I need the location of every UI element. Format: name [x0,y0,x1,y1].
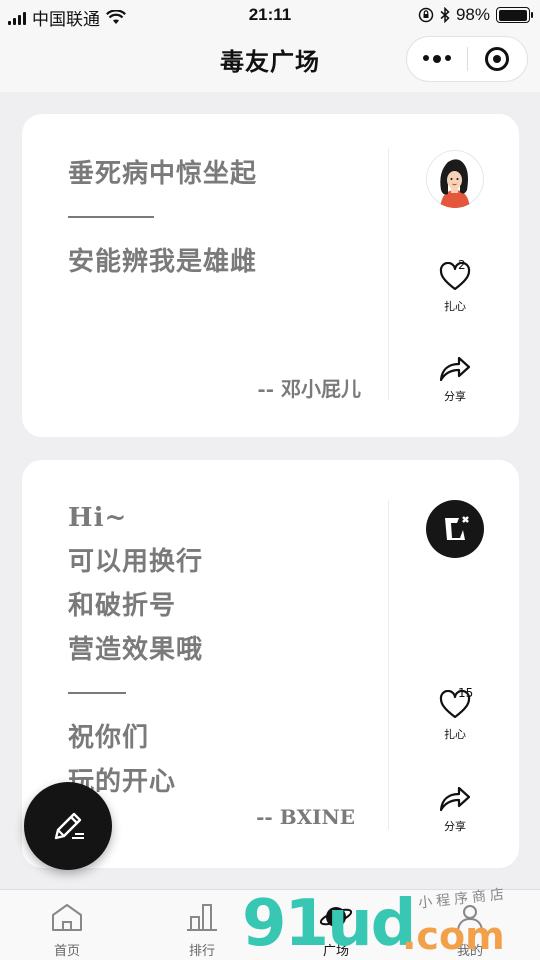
heart-icon [439,261,471,291]
battery-percent: 98% [455,5,490,24]
tab-label: 排行 [188,944,215,959]
planet-icon [319,907,353,927]
like-button[interactable]: 15 扎心 [424,686,486,742]
author-avatar[interactable] [426,150,484,208]
tab-square[interactable]: 广场 [296,902,376,959]
pencil-icon [54,812,84,840]
tab-label: 首页 [53,944,80,959]
poem-line: 营造效果哦 [68,635,204,665]
poem-line: 和破折号 [68,591,177,621]
poem-text: 垂死病中惊坐起 安能辨我是雄雌 [68,152,368,284]
post-card: 垂死病中惊坐起 安能辨我是雄雌 -- 邓小屁儿 2 扎心 分享 [22,114,519,437]
mini-program-capsule [406,36,528,82]
bluetooth-icon [440,7,450,23]
tab-label: 我的 [456,944,483,959]
share-label: 分享 [444,820,466,833]
tab-ranking[interactable]: 排行 [162,902,242,959]
post-author: -- 邓小屁儿 [257,377,361,401]
tab-home[interactable]: 首页 [27,902,107,959]
post-author: -- BXINE [256,805,355,829]
card-divider [388,148,389,400]
orientation-lock-icon [418,7,434,23]
poem-line: Hi~ [68,503,128,533]
edit-badge-icon [445,516,469,540]
share-arrow-icon [439,786,471,812]
poem-separator [68,692,126,694]
more-dots-icon[interactable] [407,55,467,63]
bar-chart-icon [187,904,217,931]
close-mini-program-button[interactable] [468,47,527,71]
tab-label: 广场 [322,944,349,959]
poem-line: 垂死病中惊坐起 [68,159,258,189]
share-arrow-icon [439,356,471,382]
tab-bar: 首页 排行 广场 我的 [0,889,540,960]
poem-text: Hi~ 可以用换行 和破折号 营造效果哦 祝你们 玩的开心 [68,496,368,804]
user-icon [457,905,483,931]
status-bar: 中国联通 21:11 98% [0,0,540,30]
nav-bar: 毒友广场 [0,30,540,92]
poem-line: 安能辨我是雄雌 [68,246,258,277]
like-button[interactable]: 2 扎心 [424,258,486,314]
write-post-button[interactable] [24,782,112,870]
home-icon [52,904,82,931]
share-button[interactable]: 分享 [424,354,486,404]
like-count: 2 [458,258,466,272]
like-count: 15 [458,686,474,700]
author-avatar[interactable] [426,500,484,558]
girl-avatar-icon [426,150,484,208]
poem-line: 玩的开心 [68,766,177,797]
like-label: 扎心 [444,300,466,313]
card-divider [388,500,389,830]
poem-line: 祝你们 [68,722,150,753]
share-label: 分享 [444,390,466,403]
like-label: 扎心 [444,728,466,741]
share-button[interactable]: 分享 [424,784,486,834]
poem-line: 可以用换行 [68,547,204,577]
poem-separator [68,216,154,218]
target-icon [485,47,510,71]
battery-icon [496,7,533,23]
tab-mine[interactable]: 我的 [430,902,510,959]
